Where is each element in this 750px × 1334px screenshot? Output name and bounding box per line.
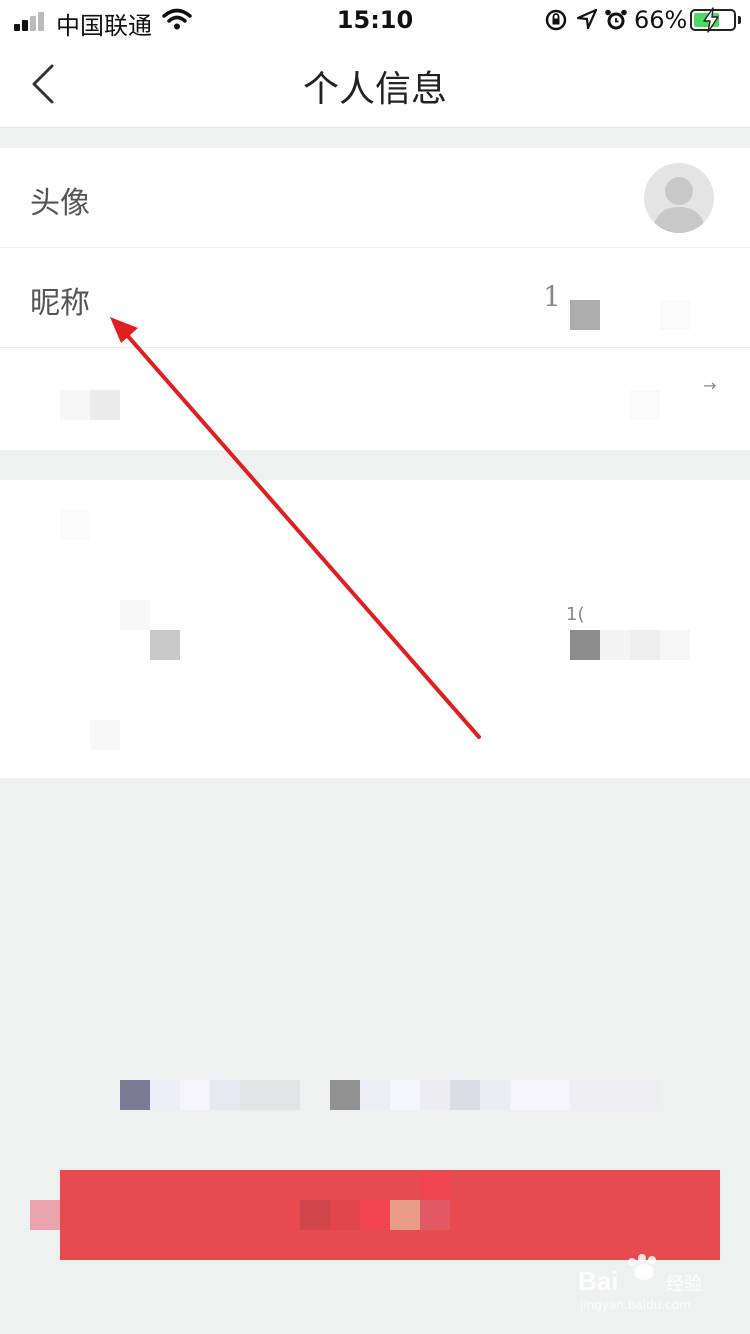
label-pixel-blur	[60, 510, 90, 540]
value-pixel-blur	[630, 630, 660, 660]
rotation-lock-icon	[545, 9, 567, 31]
nickname-pixel-blur	[570, 300, 600, 330]
label-pixel-blur	[120, 600, 150, 630]
watermark-brand: Bai	[578, 1266, 619, 1296]
page-title: 个人信息	[302, 69, 447, 110]
agreement-text-blur	[0, 1080, 750, 1110]
button-edge-blur	[30, 1200, 60, 1230]
watermark-brand-cn: 经验	[666, 1274, 702, 1295]
charging-icon	[703, 7, 719, 33]
profile-section-2: 1(	[0, 480, 750, 778]
label-pixel-blur	[90, 390, 120, 420]
nickname-pixel-blur	[660, 300, 690, 330]
value-fragment: 1(	[566, 604, 585, 625]
profile-row-3[interactable]: →	[0, 348, 750, 448]
alarm-icon	[605, 9, 627, 30]
nickname-value: 1	[543, 280, 561, 313]
label-pixel-blur	[60, 390, 90, 420]
location-icon	[576, 8, 598, 30]
avatar-row[interactable]: 头像	[0, 148, 750, 248]
nav-bar: 个人信息	[0, 40, 750, 128]
status-bar: 中国联通 15:10 66%	[0, 0, 750, 40]
value-pixel-blur	[660, 630, 690, 660]
label-pixel-blur	[150, 630, 180, 660]
chevron-right-icon: →	[703, 376, 717, 395]
value-pixel-blur	[600, 630, 630, 660]
battery-percent: 66%	[634, 6, 688, 34]
profile-section: 头像 昵称 1 →	[0, 148, 750, 450]
label-pixel-blur	[90, 720, 120, 750]
nickname-row[interactable]: 昵称 1	[0, 248, 750, 348]
value-pixel-blur	[570, 630, 600, 660]
logout-button[interactable]	[60, 1170, 720, 1260]
user-avatar-icon	[652, 177, 706, 233]
value-pixel-blur	[630, 390, 660, 420]
battery-cap	[738, 16, 741, 24]
watermark-url: jingyan.baidu.com	[580, 1298, 691, 1312]
avatar-label: 头像	[30, 186, 90, 221]
nickname-label: 昵称	[30, 286, 90, 321]
avatar[interactable]	[644, 163, 714, 233]
